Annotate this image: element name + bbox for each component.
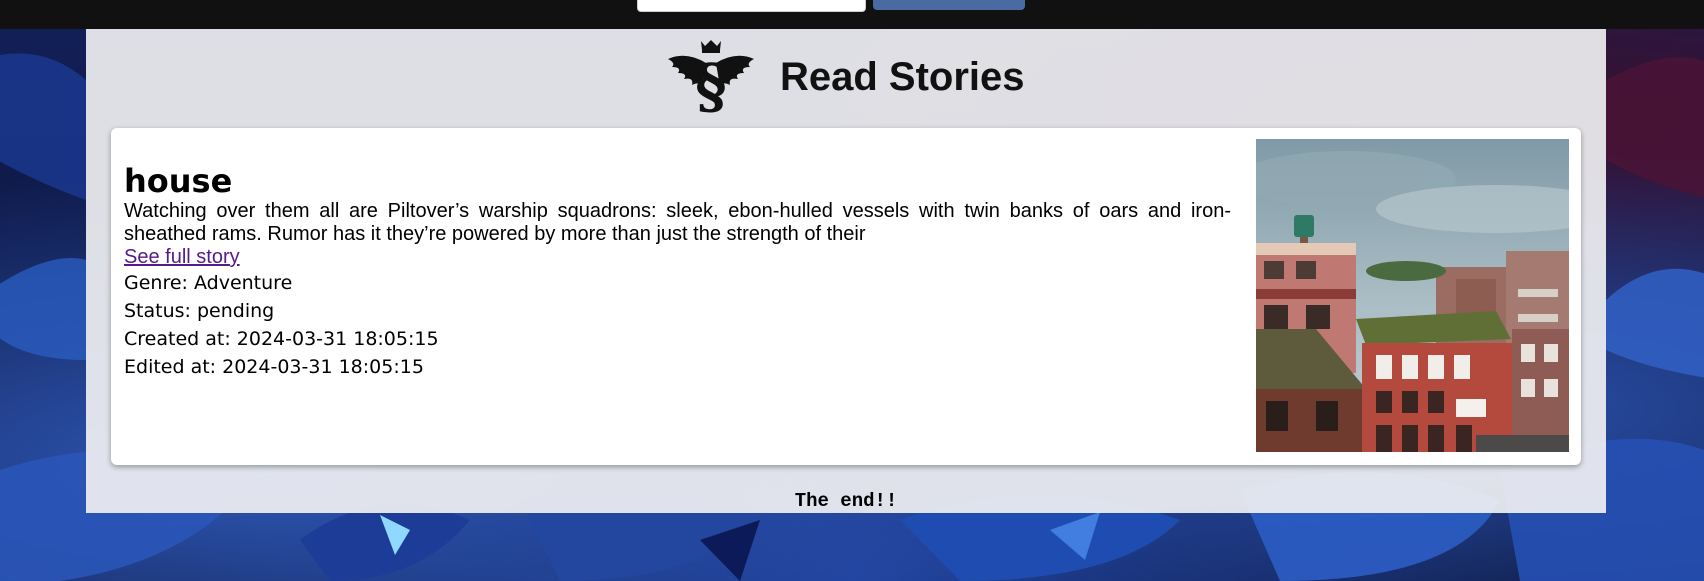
story-edited-at: Edited at: 2024-03-31 18:05:15	[124, 356, 424, 378]
story-excerpt: Watching over them all are Piltover’s wa…	[124, 200, 1231, 245]
story-created-at: Created at: 2024-03-31 18:05:15	[124, 328, 439, 350]
story-photo-buildings	[1256, 139, 1569, 452]
story-genre: Genre: Adventure	[124, 272, 293, 294]
search-input[interactable]	[637, 0, 866, 12]
logo-graphic: §	[668, 40, 754, 122]
top-navigation-bar	[0, 0, 1704, 29]
story-photo	[1256, 139, 1569, 452]
story-meta: Genre: Adventure Status: pending Created…	[124, 269, 1231, 381]
story-card: house Watching over them all are Piltove…	[111, 128, 1581, 465]
winged-section-crest-logo: §	[666, 37, 756, 122]
footer-message: The end!!	[794, 490, 898, 512]
see-full-story-link[interactable]: See full story	[124, 246, 240, 269]
main-container: § Read Stories house Watching over them …	[86, 29, 1606, 513]
page-title: Read Stories	[780, 55, 1025, 99]
story-status: Status: pending	[124, 300, 275, 322]
story-details: house Watching over them all are Piltove…	[124, 162, 1231, 381]
story-title: house	[124, 162, 233, 200]
svg-text:§: §	[695, 52, 726, 113]
search-button[interactable]	[873, 0, 1025, 10]
page-header: § Read Stories	[86, 29, 1606, 127]
